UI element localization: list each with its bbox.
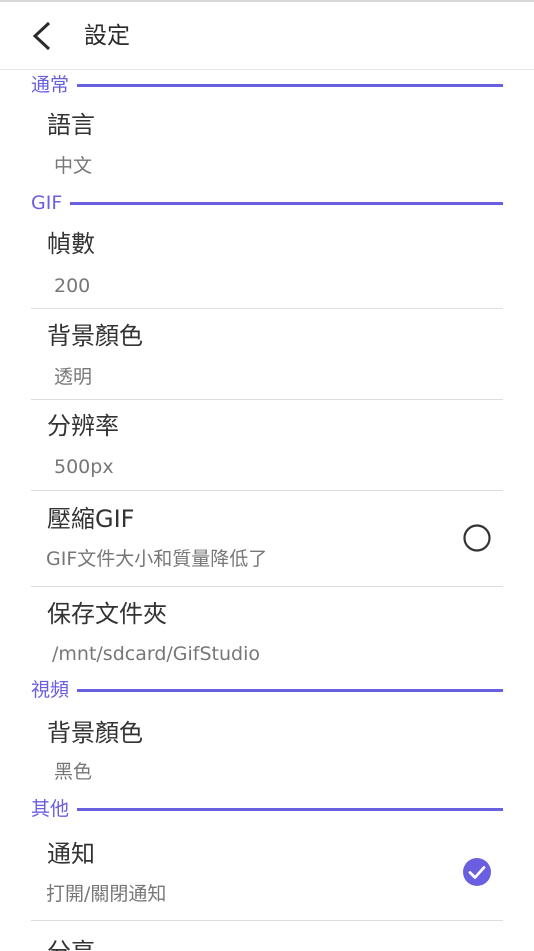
back-arrow-icon: [32, 21, 51, 51]
pref-title: 分享: [47, 936, 95, 951]
pref-summary: 透明: [54, 366, 93, 388]
notification-checkbox-checked-icon[interactable]: [462, 857, 492, 887]
page-title: 設定: [84, 23, 130, 49]
section-header-other: 其他: [31, 797, 503, 821]
back-button[interactable]: [22, 16, 62, 56]
pref-title: 背景顏色: [47, 719, 143, 747]
pref-title: 通知: [47, 840, 95, 868]
pref-next-item[interactable]: 分享: [31, 921, 503, 951]
pref-language[interactable]: 語言 中文: [31, 104, 503, 190]
settings-screen: 設定 通常 語言 中文 GIF 幀數 200 背景顏色 透明 分辨率 500px…: [0, 0, 534, 951]
section-header-label: GIF: [31, 192, 63, 214]
pref-summary: 200: [54, 275, 91, 297]
section-header-label: 視頻: [31, 679, 70, 701]
section-header-general: 通常: [31, 73, 503, 97]
pref-video-background-color[interactable]: 背景顏色 黑色: [31, 709, 503, 797]
pref-summary: /mnt/sdcard/GifStudio: [52, 643, 260, 665]
pref-summary: GIF文件大小和質量降低了: [46, 548, 268, 570]
compress-gif-checkbox-icon[interactable]: [462, 523, 492, 553]
pref-title: 語言: [47, 111, 95, 139]
section-header-gif: GIF: [31, 191, 503, 215]
pref-title: 分辨率: [47, 412, 119, 440]
section-header-label: 其他: [31, 798, 70, 820]
pref-title: 幀數: [47, 230, 95, 258]
pref-summary: 黑色: [54, 761, 93, 783]
pref-summary: 中文: [54, 155, 93, 177]
pref-summary: 打開/關閉通知: [46, 883, 167, 905]
pref-compress-gif[interactable]: 壓縮GIF GIF文件大小和質量降低了: [31, 491, 503, 586]
section-header-label: 通常: [31, 74, 70, 96]
section-header-line: [77, 807, 503, 811]
pref-resolution[interactable]: 分辨率 500px: [31, 400, 503, 490]
pref-notification[interactable]: 通知 打開/關閉通知: [31, 828, 503, 920]
section-header-line: [77, 83, 503, 87]
pref-title: 背景顏色: [47, 322, 143, 350]
pref-summary: 500px: [54, 456, 114, 478]
app-bar: 設定: [0, 0, 534, 70]
pref-save-folder[interactable]: 保存文件夾 /mnt/sdcard/GifStudio: [31, 587, 503, 679]
pref-frame-count[interactable]: 幀數 200: [31, 222, 503, 308]
pref-gif-background-color[interactable]: 背景顏色 透明: [31, 309, 503, 399]
section-header-line: [70, 201, 503, 205]
pref-title: 保存文件夾: [47, 600, 167, 628]
section-header-line: [77, 688, 503, 692]
pref-title: 壓縮GIF: [47, 505, 135, 533]
section-header-video: 視頻: [31, 678, 503, 702]
